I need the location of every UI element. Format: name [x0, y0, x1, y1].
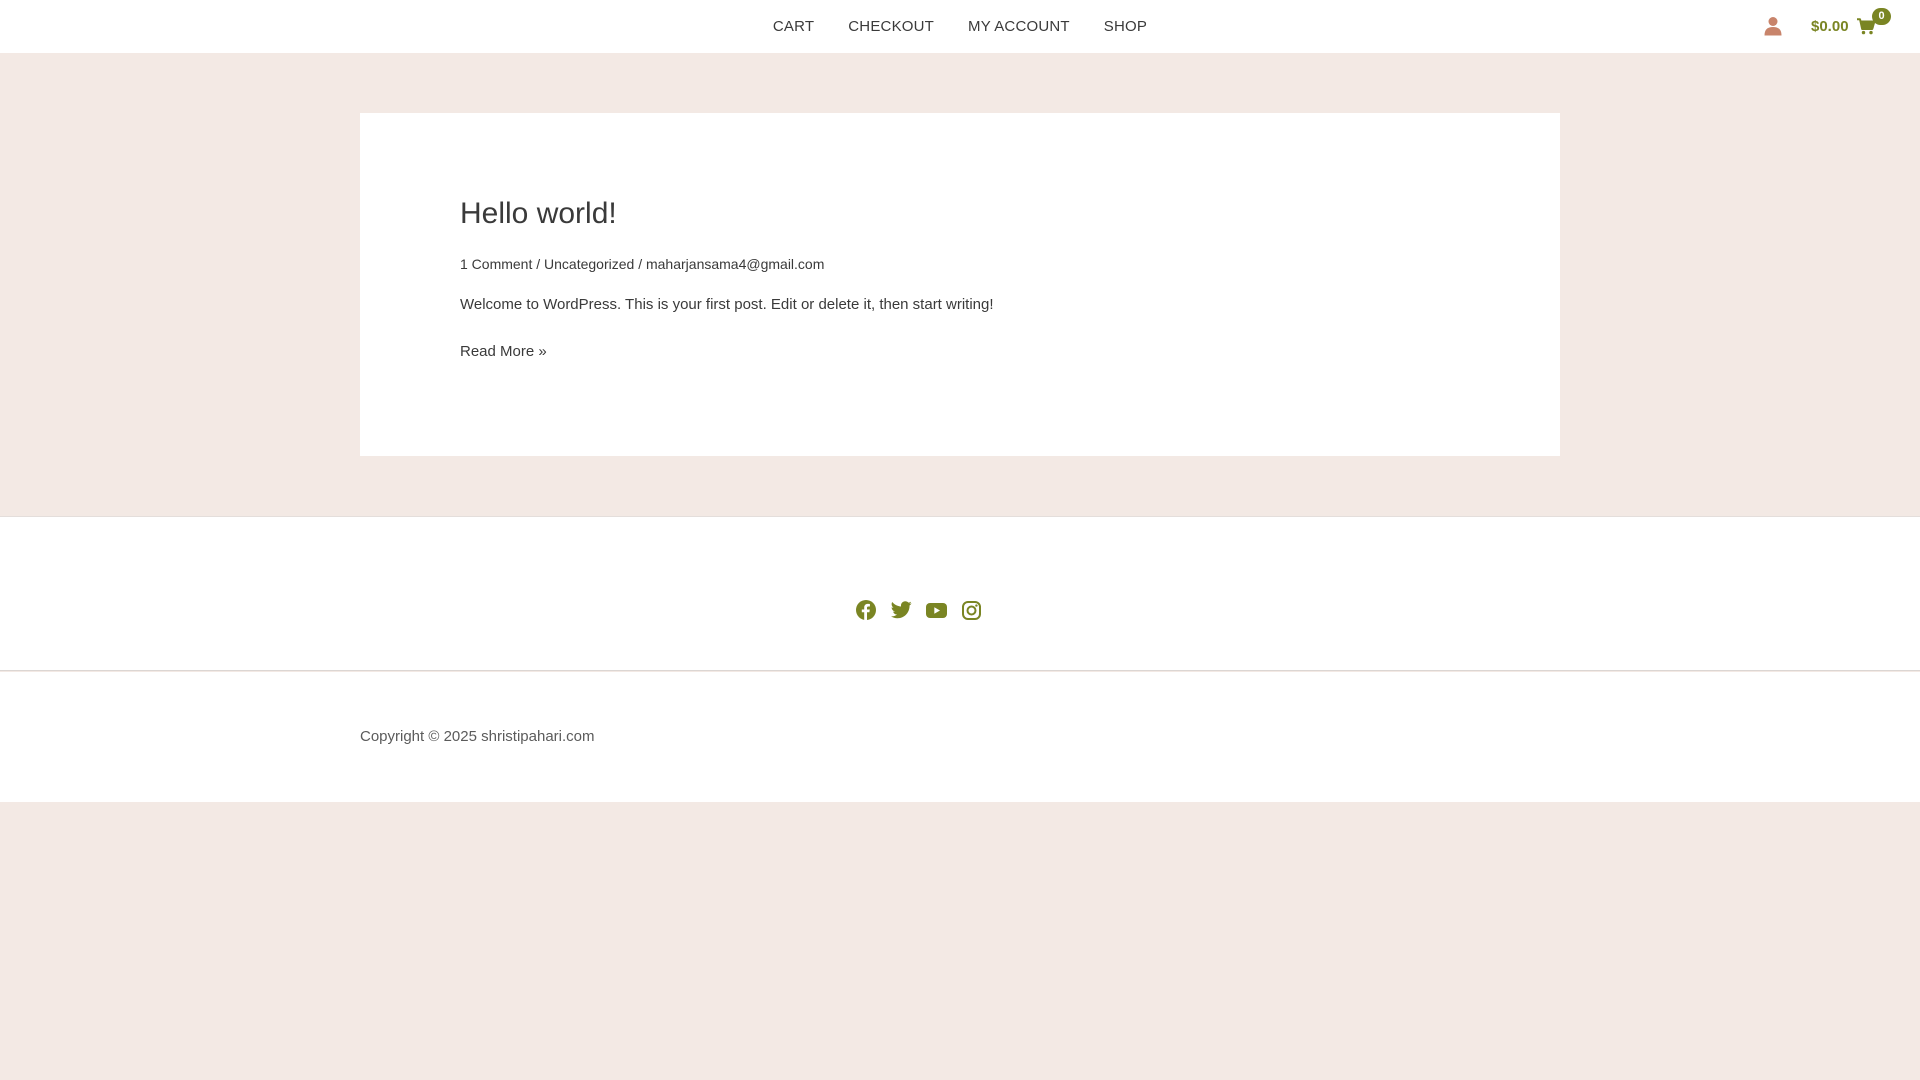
post-author-link[interactable]: maharjansama4@gmail.com	[646, 256, 824, 272]
meta-separator: /	[634, 256, 646, 272]
nav-item-cart[interactable]: CART	[756, 0, 831, 53]
youtube-icon[interactable]	[925, 599, 947, 621]
nav-item-my-account[interactable]: MY ACCOUNT	[951, 0, 1087, 53]
footer-social-bar	[0, 516, 1920, 671]
site-header: CART CHECKOUT MY ACCOUNT SHOP $0.00 0	[0, 0, 1920, 53]
post-comments-link[interactable]: 1 Comment	[460, 256, 532, 272]
copyright-text: Copyright © 2025 shristipahari.com	[360, 728, 595, 745]
post-excerpt: Welcome to WordPress. This is your first…	[460, 296, 994, 313]
post-category-link[interactable]: Uncategorized	[544, 256, 634, 272]
post-card: Hello world! 1 Comment / Uncategorized /…	[360, 113, 1560, 456]
post-meta: 1 Comment / Uncategorized / maharjansama…	[460, 256, 824, 272]
instagram-icon[interactable]	[960, 599, 982, 621]
cart-total: $0.00	[1811, 17, 1849, 35]
read-more-link[interactable]: Read More »	[460, 343, 547, 360]
user-icon[interactable]	[1763, 16, 1783, 36]
social-icons	[855, 599, 995, 621]
facebook-icon[interactable]	[855, 599, 877, 621]
meta-separator: /	[532, 256, 545, 272]
nav-item-shop[interactable]: SHOP	[1087, 0, 1164, 53]
nav-item-checkout[interactable]: CHECKOUT	[831, 0, 951, 53]
post-title[interactable]: Hello world!	[460, 197, 617, 231]
header-cart[interactable]: $0.00	[1811, 13, 1875, 39]
twitter-icon[interactable]	[890, 599, 912, 621]
cart-count-badge: 0	[1872, 8, 1891, 25]
footer-copyright-bar: Copyright © 2025 shristipahari.com	[0, 672, 1920, 802]
main-navigation: CART CHECKOUT MY ACCOUNT SHOP	[0, 0, 1920, 53]
